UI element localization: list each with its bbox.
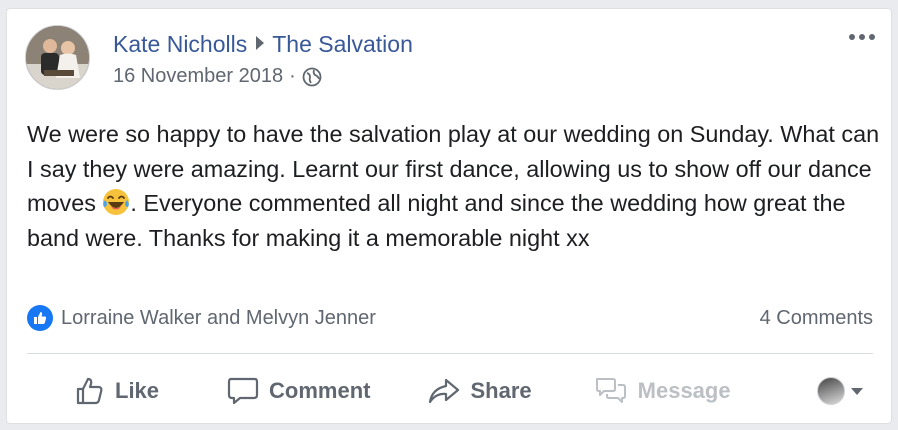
post-card: Kate Nicholls The Salvation 16 November 2… bbox=[6, 8, 892, 424]
author-name-link[interactable]: Kate Nicholls bbox=[113, 31, 247, 57]
chevron-down-icon bbox=[851, 387, 863, 395]
comment-button-label: Comment bbox=[269, 378, 371, 403]
comments-count-link[interactable]: 4 Comments bbox=[760, 307, 873, 330]
share-button-label: Share bbox=[470, 378, 532, 403]
thumbs-up-icon bbox=[76, 377, 103, 405]
globe-icon[interactable] bbox=[302, 67, 322, 87]
current-user-avatar bbox=[817, 377, 845, 405]
post-text-part-2: . Everyone commented all night and since… bbox=[27, 190, 846, 251]
message-bubbles-icon bbox=[595, 378, 626, 403]
meta-separator: · bbox=[289, 65, 296, 87]
share-button[interactable]: Share bbox=[428, 376, 532, 406]
message-button[interactable]: Message bbox=[594, 376, 731, 406]
avatar-photo-icon bbox=[26, 26, 89, 89]
more-options-icon[interactable] bbox=[849, 31, 881, 43]
target-page-link[interactable]: The Salvation bbox=[272, 31, 413, 57]
author-avatar[interactable] bbox=[25, 25, 90, 90]
message-button-label: Message bbox=[637, 378, 731, 403]
share-arrow-icon bbox=[429, 378, 460, 404]
post-actions-bar: Like Comment Share Message bbox=[27, 367, 873, 415]
post-as-selector[interactable] bbox=[817, 377, 863, 405]
post-date[interactable]: 16 November 2018 bbox=[113, 65, 283, 88]
comment-bubble-icon bbox=[227, 377, 259, 405]
reactions-summary[interactable]: Lorraine Walker and Melvyn Jenner bbox=[27, 305, 376, 331]
post-body: We were so happy to have the salvation p… bbox=[27, 117, 883, 255]
actions-divider bbox=[27, 353, 873, 354]
like-button[interactable]: Like bbox=[75, 376, 159, 406]
reaction-names[interactable]: Lorraine Walker and Melvyn Jenner bbox=[61, 307, 376, 330]
like-button-label: Like bbox=[115, 378, 160, 403]
comment-button[interactable]: Comment bbox=[227, 376, 370, 406]
post-author-line: Kate Nicholls The Salvation bbox=[113, 31, 413, 57]
laughing-tears-emoji-icon bbox=[103, 189, 130, 215]
like-reaction-icon bbox=[27, 305, 53, 331]
post-meta: 16 November 2018 · bbox=[113, 65, 322, 88]
arrow-right-icon bbox=[256, 36, 265, 50]
